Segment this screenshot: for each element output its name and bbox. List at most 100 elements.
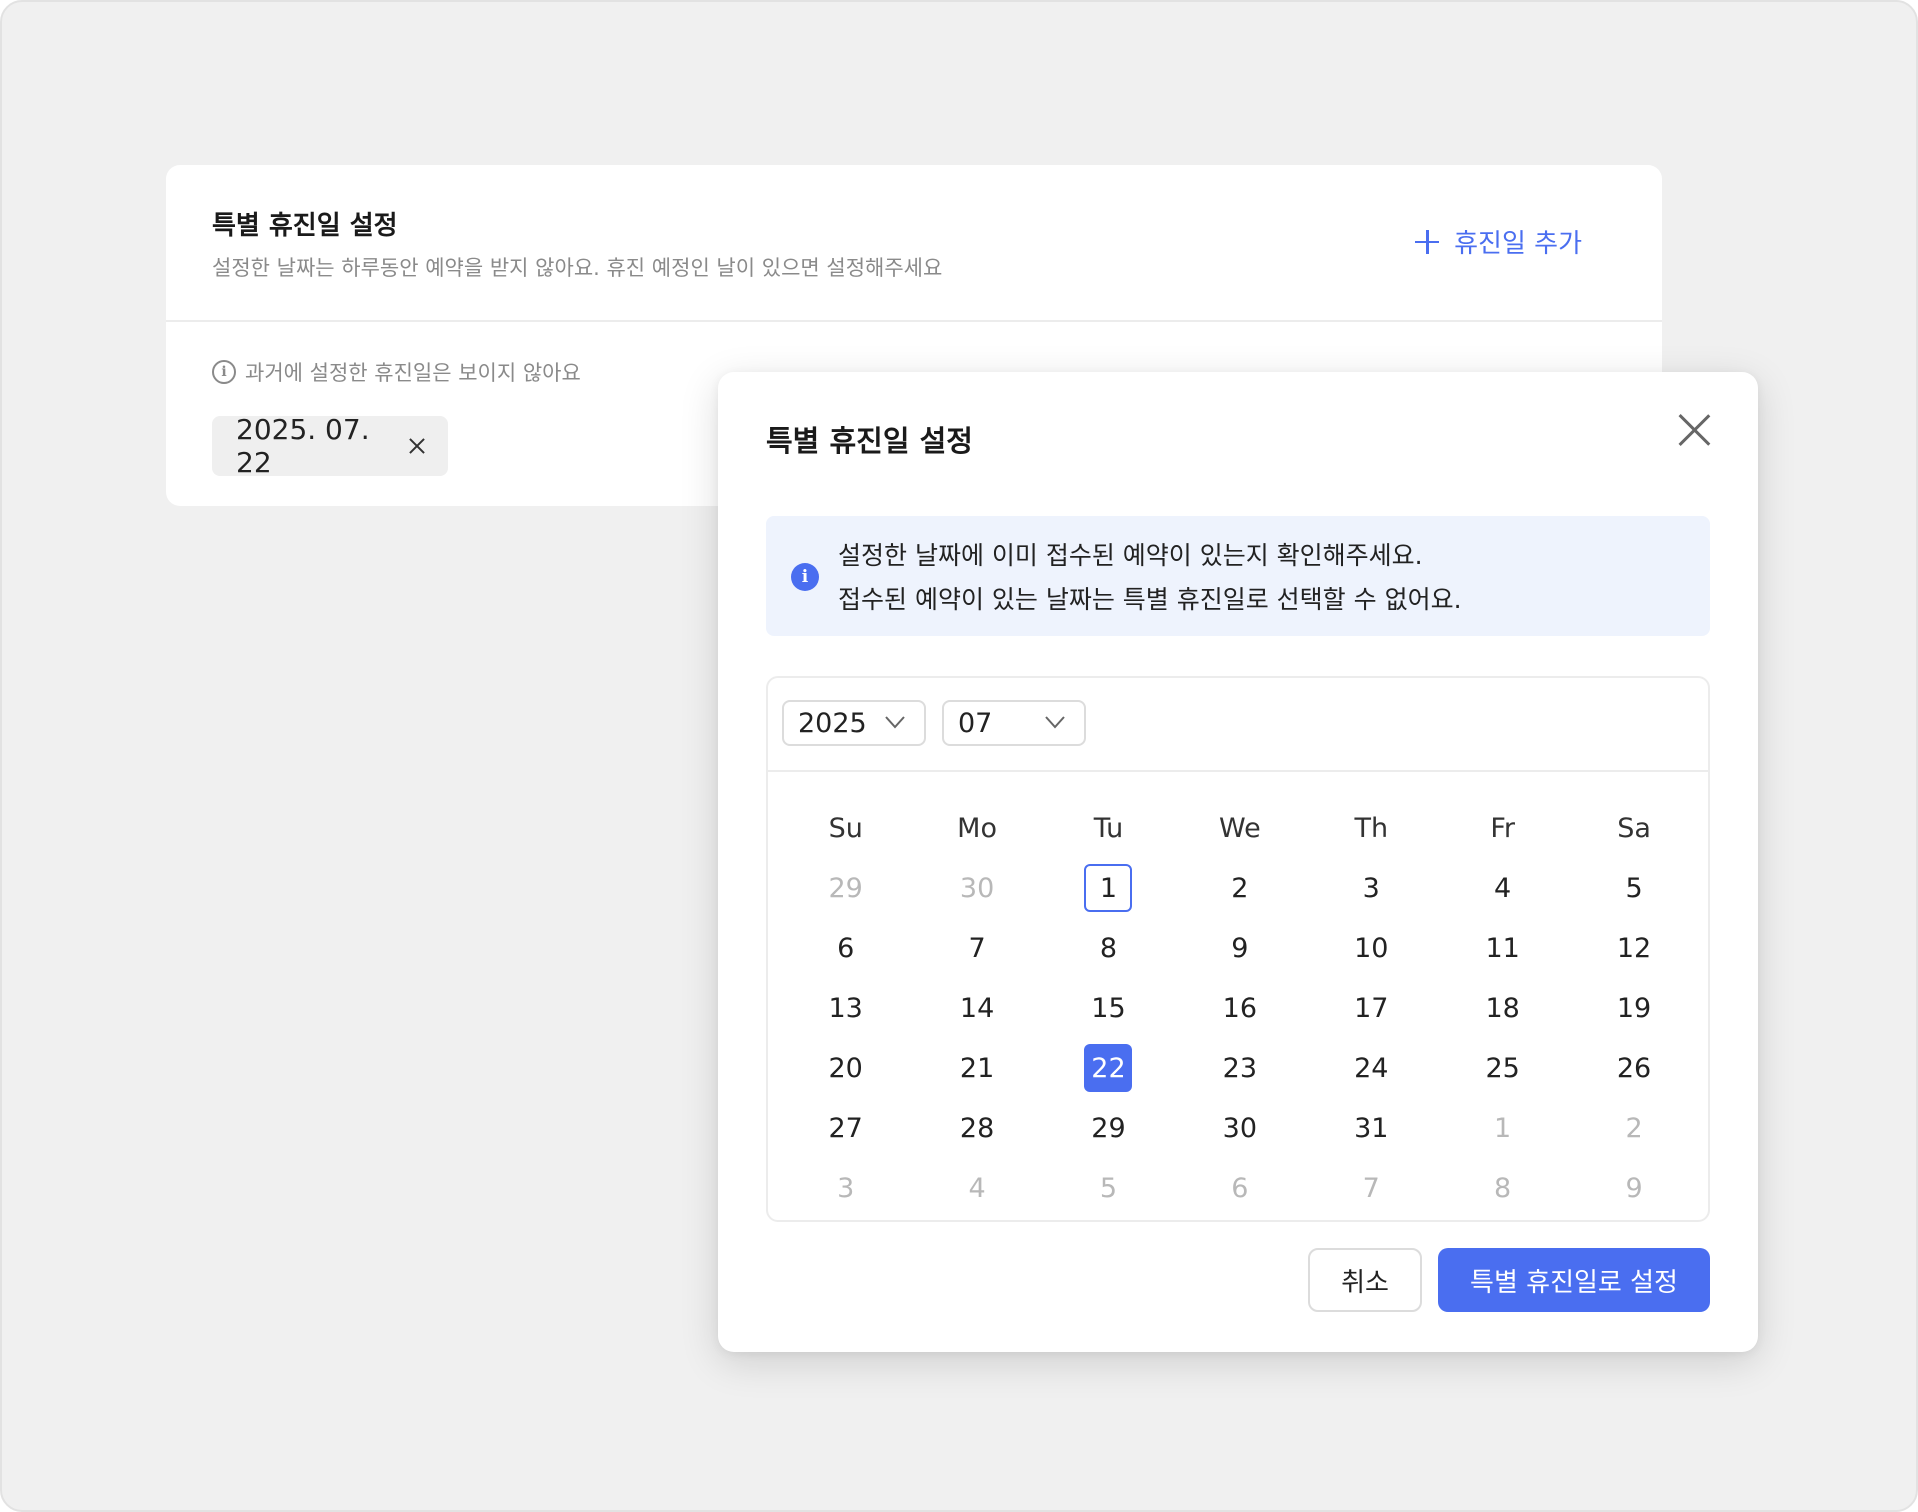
weekday-row: Su Mo Tu We Th Fr Sa	[780, 798, 1700, 858]
plus-icon	[1414, 229, 1440, 255]
calendar-header: 2025 07	[768, 678, 1708, 772]
day-number: 1	[1084, 864, 1133, 912]
day-cell[interactable]: 1	[1437, 1098, 1568, 1158]
day-cell[interactable]: 26	[1568, 1038, 1699, 1098]
day-cell-today[interactable]: 1	[1043, 858, 1174, 918]
remove-chip-icon[interactable]	[408, 437, 424, 455]
day-number: 9	[1231, 932, 1249, 964]
weekday-label: Th	[1354, 812, 1389, 844]
day-number: 25	[1485, 1052, 1520, 1084]
day-cell[interactable]: 18	[1437, 978, 1568, 1038]
day-cell[interactable]: 8	[1437, 1158, 1568, 1218]
week-row: 29 30 1 2 3 4 5	[780, 858, 1700, 918]
week-row: 6 7 8 9 10 11 12	[780, 918, 1700, 978]
day-cell[interactable]: 16	[1174, 978, 1305, 1038]
year-select[interactable]: 2025	[782, 700, 926, 746]
day-cell[interactable]: 4	[911, 1158, 1042, 1218]
day-number: 5	[1625, 872, 1643, 904]
day-cell[interactable]: 25	[1437, 1038, 1568, 1098]
day-cell[interactable]: 8	[1043, 918, 1174, 978]
week-row: 27 28 29 30 31 1 2	[780, 1098, 1700, 1158]
day-cell[interactable]: 24	[1306, 1038, 1437, 1098]
day-cell[interactable]: 11	[1437, 918, 1568, 978]
day-cell-selected[interactable]: 22	[1043, 1038, 1174, 1098]
past-note-text: 과거에 설정한 휴진일은 보이지 않아요	[245, 361, 581, 385]
holiday-modal: 특별 휴진일 설정 i 설정한 날짜에 이미 접수된 예약이 있는지 확인해주세…	[718, 372, 1758, 1352]
day-cell[interactable]: 17	[1306, 978, 1437, 1038]
day-cell[interactable]: 3	[780, 1158, 911, 1218]
day-cell[interactable]: 21	[911, 1038, 1042, 1098]
day-number: 7	[1362, 1172, 1380, 1204]
day-cell[interactable]: 2	[1174, 858, 1305, 918]
info-icon: i	[791, 563, 819, 591]
day-cell[interactable]: 7	[1306, 1158, 1437, 1218]
day-cell[interactable]: 5	[1568, 858, 1699, 918]
day-number: 8	[1099, 932, 1118, 964]
day-number: 6	[837, 932, 855, 964]
close-icon[interactable]	[1676, 412, 1712, 448]
add-holiday-button[interactable]: 휴진일 추가	[1414, 223, 1582, 260]
day-cell[interactable]: 9	[1568, 1158, 1699, 1218]
day-cell[interactable]: 19	[1568, 978, 1699, 1038]
day-number: 29	[828, 872, 863, 904]
day-cell[interactable]: 14	[911, 978, 1042, 1038]
day-number: 17	[1354, 992, 1389, 1024]
set-holiday-button[interactable]: 특별 휴진일로 설정	[1438, 1248, 1710, 1312]
day-number: 22	[1084, 1044, 1133, 1092]
weekday-label: Tu	[1093, 812, 1124, 844]
day-cell[interactable]: 30	[911, 858, 1042, 918]
day-number: 2	[1625, 1112, 1643, 1144]
day-number: 14	[959, 992, 995, 1024]
day-cell[interactable]: 29	[780, 858, 911, 918]
day-number: 9	[1625, 1172, 1643, 1204]
day-cell[interactable]: 7	[911, 918, 1042, 978]
day-number: 31	[1354, 1112, 1389, 1144]
month-value: 07	[958, 707, 993, 739]
day-cell[interactable]: 2	[1568, 1098, 1699, 1158]
weekday-label: Sa	[1617, 812, 1651, 844]
day-cell[interactable]: 9	[1174, 918, 1305, 978]
day-cell[interactable]: 30	[1174, 1098, 1305, 1158]
day-number: 10	[1354, 932, 1389, 964]
year-value: 2025	[798, 707, 867, 739]
day-cell[interactable]: 5	[1043, 1158, 1174, 1218]
day-cell[interactable]: 29	[1043, 1098, 1174, 1158]
day-number: 23	[1222, 1052, 1258, 1084]
day-number: 15	[1091, 992, 1126, 1024]
day-number: 3	[1362, 872, 1380, 904]
week-row: 20 21 22 23 24 25 26	[780, 1038, 1700, 1098]
day-number: 3	[837, 1172, 855, 1204]
day-cell[interactable]: 3	[1306, 858, 1437, 918]
day-number: 4	[1494, 872, 1512, 904]
notice-text-line1: 설정한 날짜에 이미 접수된 예약이 있는지 확인해주세요.	[838, 541, 1423, 570]
day-cell[interactable]: 6	[780, 918, 911, 978]
day-number: 30	[959, 872, 995, 904]
day-cell[interactable]: 28	[911, 1098, 1042, 1158]
add-holiday-label: 휴진일 추가	[1454, 229, 1582, 259]
day-cell[interactable]: 12	[1568, 918, 1699, 978]
calendar-grid: Su Mo Tu We Th Fr Sa 29 30 1 2 3 4 5 6 7 8 9 10 11 12 13 14 15…	[780, 798, 1700, 1218]
day-number: 6	[1231, 1172, 1249, 1204]
day-cell[interactable]: 27	[780, 1098, 911, 1158]
weekday-label: Mo	[957, 812, 997, 844]
day-number: 18	[1485, 992, 1520, 1024]
day-cell[interactable]: 4	[1437, 858, 1568, 918]
day-number: 21	[959, 1052, 995, 1084]
app-frame: 특별 휴진일 설정 설정한 날짜는 하루동안 예약을 받지 않아요. 휴진 예정…	[0, 0, 1918, 1512]
month-select[interactable]: 07	[942, 700, 1086, 746]
day-number: 24	[1354, 1052, 1389, 1084]
week-row: 3 4 5 6 7 8 9	[780, 1158, 1700, 1218]
day-cell[interactable]: 10	[1306, 918, 1437, 978]
info-icon: i	[212, 360, 236, 384]
day-cell[interactable]: 6	[1174, 1158, 1305, 1218]
day-cell[interactable]: 23	[1174, 1038, 1305, 1098]
cancel-button[interactable]: 취소	[1308, 1248, 1422, 1312]
day-number: 16	[1222, 992, 1258, 1024]
day-cell[interactable]: 15	[1043, 978, 1174, 1038]
card-title: 특별 휴진일 설정	[212, 211, 398, 241]
day-cell[interactable]: 20	[780, 1038, 911, 1098]
day-number: 20	[828, 1052, 863, 1084]
day-cell[interactable]: 31	[1306, 1098, 1437, 1158]
day-cell[interactable]: 13	[780, 978, 911, 1038]
day-number: 29	[1091, 1112, 1126, 1144]
